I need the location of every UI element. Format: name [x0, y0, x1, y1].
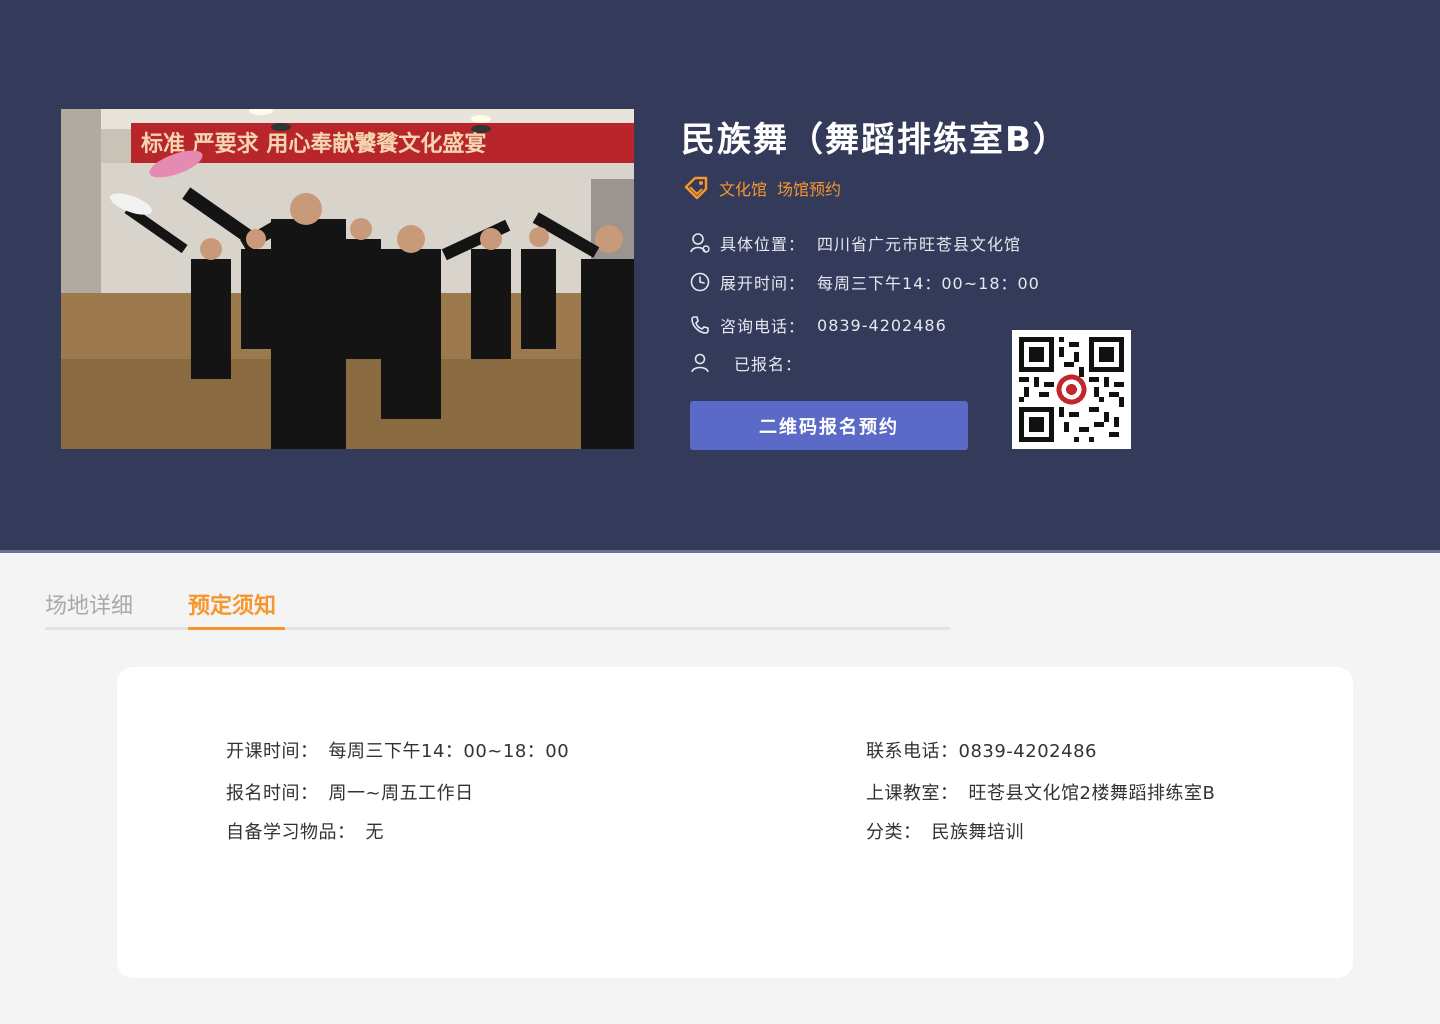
classroom-label: 上课教室： — [866, 783, 959, 804]
phone-icon — [688, 313, 712, 337]
tab-booking-notice[interactable]: 预定须知 — [188, 588, 276, 628]
class-time-value: 每周三下午14：00~18：00 — [328, 741, 570, 762]
location-pin-icon — [688, 231, 712, 255]
qr-code-image[interactable] — [1012, 330, 1131, 449]
classroom-field: 上课教室： 旺苍县文化馆2楼舞蹈排练室B — [866, 779, 1215, 805]
time-row: 展开时间： 每周三下午14：00~18：00 — [688, 270, 1040, 294]
tag-icon — [683, 175, 709, 201]
signed-up-label: 已报名： — [734, 355, 803, 374]
category-label: 分类： — [866, 822, 922, 843]
contact-phone-field: 联系电话：0839-4202486 — [866, 737, 1097, 763]
venue-title: 民族舞（舞蹈排练室B） — [681, 120, 1069, 160]
category-field: 分类： 民族舞培训 — [866, 818, 1024, 844]
phone-value[interactable]: 0839-4202486 — [817, 316, 947, 335]
materials-value: 无 — [365, 822, 384, 843]
booking-notice-card: 开课时间： 每周三下午14：00~18：00 报名时间： 周一~周五工作日 自备学习… — [117, 667, 1353, 978]
classroom-value: 旺苍县文化馆2楼舞蹈排练室B — [968, 783, 1216, 804]
class-time-label: 开课时间： — [226, 741, 319, 762]
signed-up-row: 已报名： — [688, 351, 814, 375]
signup-time-field: 报名时间： 周一~周五工作日 — [226, 779, 474, 805]
materials-field: 自备学习物品： 无 — [226, 818, 384, 844]
detail-tabs: 场地详细 预定须知 — [45, 588, 950, 630]
user-icon — [688, 351, 712, 375]
contact-phone-value[interactable]: 0839-4202486 — [959, 741, 1097, 762]
location-row: 具体位置： 四川省广元市旺苍县文化馆 — [688, 231, 1021, 255]
class-time-field: 开课时间： 每周三下午14：00~18：00 — [226, 737, 569, 763]
phone-label: 咨询电话： — [720, 317, 806, 336]
signup-time-label: 报名时间： — [226, 783, 319, 804]
active-tab-indicator — [188, 627, 285, 630]
materials-label: 自备学习物品： — [226, 822, 356, 843]
phone-row: 咨询电话： 0839-4202486 — [688, 313, 947, 337]
location-label: 具体位置： — [720, 235, 806, 254]
tag-venue-booking[interactable]: 场馆预约 — [777, 176, 841, 200]
venue-tags: 文化馆 场馆预约 — [683, 175, 851, 201]
time-label: 展开时间： — [720, 274, 806, 293]
clock-icon — [688, 270, 712, 294]
category-value: 民族舞培训 — [931, 822, 1024, 843]
tab-venue-details[interactable]: 场地详细 — [45, 588, 133, 628]
header-divider — [0, 550, 1440, 553]
location-value: 四川省广元市旺苍县文化馆 — [817, 235, 1022, 254]
signup-time-value: 周一~周五工作日 — [328, 783, 474, 804]
qr-signup-button[interactable]: 二维码报名预约 — [690, 401, 968, 450]
venue-header: 标准 严要求 用心奉献饕餮文化盛宴 民族舞（舞蹈排练室B） 文化馆 场馆预约 具… — [0, 0, 1440, 550]
time-value: 每周三下午14：00~18：00 — [817, 274, 1040, 293]
venue-photo: 标准 严要求 用心奉献饕餮文化盛宴 — [61, 109, 634, 449]
contact-phone-label: 联系电话： — [866, 741, 959, 762]
tag-culture-center[interactable]: 文化馆 — [719, 176, 767, 200]
